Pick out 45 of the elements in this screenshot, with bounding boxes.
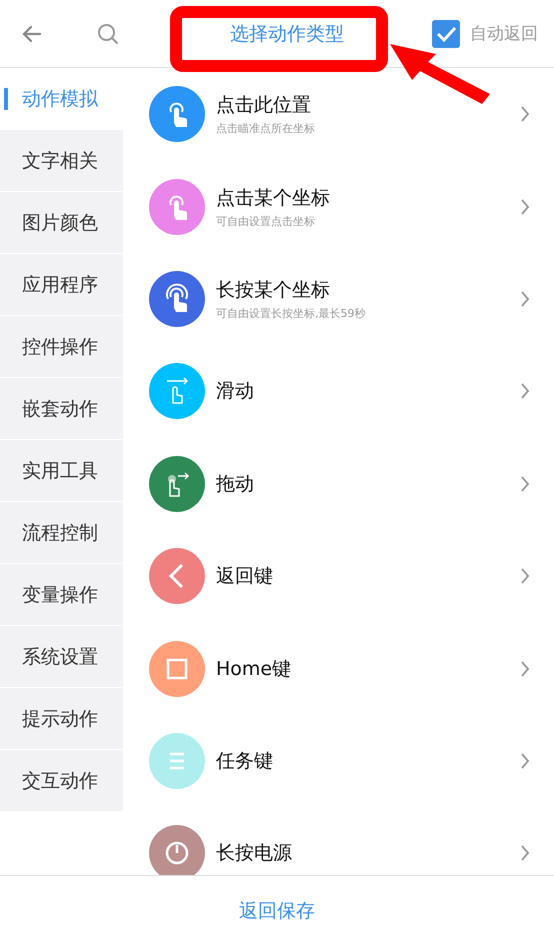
action-description: 可自由设置点击坐标	[216, 214, 316, 229]
chevron-right-icon	[520, 752, 530, 770]
chevron-right-icon	[520, 290, 530, 308]
action-item[interactable]: 拖动	[123, 438, 554, 530]
action-title: 长按某个坐标	[216, 278, 331, 303]
chevron-right-icon	[520, 105, 530, 124]
chevron-right-icon	[520, 382, 530, 400]
action-item[interactable]: Home键	[123, 622, 554, 715]
category-tab[interactable]: 应用程序	[0, 254, 123, 316]
chevron-right-icon	[520, 474, 530, 493]
category-tab[interactable]: 实用工具	[0, 440, 123, 502]
action-title: 返回键	[216, 564, 274, 590]
action-title: 长按电源	[216, 841, 293, 866]
category-tab[interactable]: 提示动作	[0, 688, 123, 750]
action-title: 拖动	[216, 472, 255, 497]
chevron-right-icon	[520, 198, 530, 216]
screen-title: 选择动作类型	[230, 22, 344, 46]
action-item[interactable]: 返回键	[123, 530, 554, 622]
search-icon[interactable]	[96, 22, 120, 46]
action-item[interactable]: 长按某个坐标 可自由设置长按坐标,最长59秒	[123, 252, 554, 346]
action-title: 任务键	[216, 748, 274, 774]
chevron-right-icon	[520, 660, 530, 678]
action-item[interactable]: 滑动	[123, 345, 554, 438]
action-title: 点击此位置	[216, 93, 312, 118]
category-tab[interactable]: 变量操作	[0, 564, 123, 626]
action-item[interactable]: 点击此位置 点击瞄准点所在坐标	[123, 68, 554, 160]
category-tab[interactable]: 交互动作	[0, 750, 123, 812]
chevron-right-icon	[520, 567, 530, 586]
checkbox-label: 自动返回	[470, 23, 538, 45]
category-tab[interactable]: 流程控制	[0, 502, 123, 564]
chevron-right-icon	[520, 844, 530, 862]
category-tab[interactable]: 嵌套动作	[0, 378, 123, 440]
action-item[interactable]: 点击某个坐标 可自由设置点击坐标	[123, 160, 554, 253]
category-tab[interactable]: 文字相关	[0, 130, 123, 192]
action-title: 滑动	[216, 379, 255, 404]
action-description: 点击瞄准点所在坐标	[216, 121, 316, 136]
checkbox[interactable]	[432, 20, 460, 48]
category-tab[interactable]: 图片颜色	[0, 192, 123, 254]
action-item[interactable]: 长按电源	[123, 807, 554, 875]
action-title: 点击某个坐标	[216, 186, 331, 211]
category-tab[interactable]: 控件操作	[0, 316, 123, 378]
action-title: Home键	[216, 656, 292, 682]
category-tab[interactable]: 系统设置	[0, 626, 123, 688]
action-description: 可自由设置长按坐标,最长59秒	[216, 306, 366, 321]
action-item[interactable]: 任务键	[123, 714, 554, 808]
